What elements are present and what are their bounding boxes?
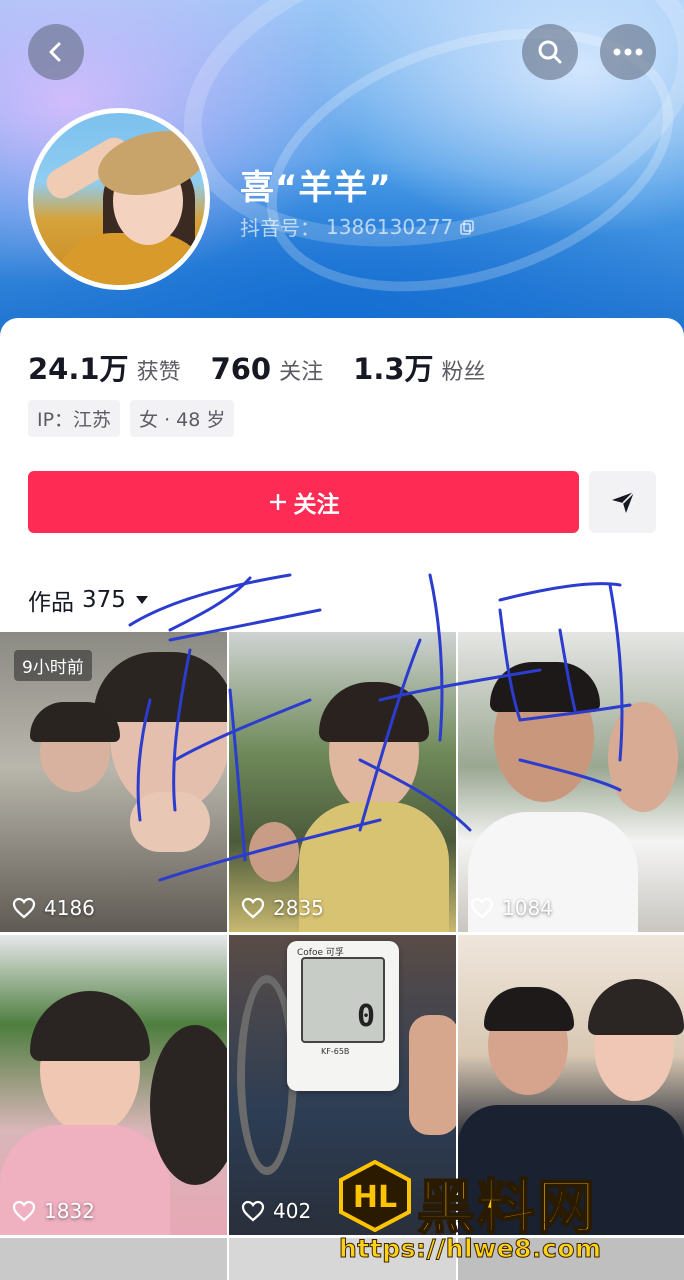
profile-header-background: 喜“羊羊” 抖音号： 1386130277 — [0, 0, 684, 340]
ip-location-tag: IP：江苏 — [28, 400, 121, 437]
watermark-title: 黑料网 — [416, 1172, 598, 1242]
stats-row: 24.1万 获赞 760 关注 1.3万 粉丝 — [28, 346, 516, 388]
watermark: HL 黑料网 https://hlwe8.com — [333, 1158, 678, 1278]
video-like-count: 1832 — [44, 1199, 95, 1223]
video-like-count: 4186 — [44, 896, 95, 920]
video-likes: 1084 — [470, 896, 553, 920]
search-icon — [538, 40, 562, 64]
hl-logo-icon: HL — [339, 1160, 411, 1232]
device-display: 0 — [356, 999, 375, 1034]
send-message-button[interactable] — [589, 471, 656, 533]
douyin-id-value: 1386130277 — [326, 214, 454, 239]
douyin-id-label: 抖音号： — [240, 216, 320, 240]
device-screen: 0 — [301, 957, 385, 1043]
video-likes: 4186 — [12, 896, 95, 920]
plus-icon — [269, 494, 286, 510]
likes-label[interactable]: 获赞 — [137, 354, 181, 386]
likes-count[interactable]: 24.1万 — [28, 346, 129, 388]
video-likes: 402 — [241, 1199, 311, 1223]
followers-label[interactable]: 粉丝 — [442, 354, 486, 386]
avatar[interactable] — [28, 108, 210, 290]
video-tile[interactable] — [0, 1238, 227, 1280]
heart-icon — [12, 1200, 36, 1222]
heart-icon — [241, 897, 265, 919]
video-like-count: 1084 — [502, 896, 553, 920]
heart-icon — [12, 897, 36, 919]
more-dots-icon — [613, 48, 643, 56]
follow-button[interactable]: 关注 — [28, 471, 579, 533]
follow-button-label: 关注 — [293, 492, 340, 518]
video-like-count: 402 — [273, 1199, 312, 1223]
svg-text:HL: HL — [353, 1180, 397, 1215]
video-likes: 1832 — [12, 1199, 95, 1223]
device-model: KF-65B — [321, 1047, 350, 1056]
works-label: 作品 — [28, 590, 74, 616]
gender-age-tag: 女 · 48 岁 — [130, 400, 235, 437]
video-tile[interactable]: 2835 — [229, 632, 456, 932]
copy-icon[interactable] — [459, 219, 475, 235]
works-count: 375 — [82, 587, 126, 613]
watermark-url: https://hlwe8.com — [339, 1234, 602, 1264]
video-like-count: 2835 — [273, 896, 324, 920]
video-tile[interactable]: 1832 — [0, 935, 227, 1235]
video-tile[interactable]: 1084 — [458, 632, 684, 932]
profile-name: 喜“羊羊” — [240, 168, 392, 208]
video-tile[interactable]: 9小时前 4186 — [0, 632, 227, 932]
blood-pressure-monitor: Cofoe 可孚 0 KF-65B — [287, 941, 399, 1091]
profile-tags: IP：江苏 女 · 48 岁 — [28, 400, 235, 437]
send-icon — [611, 491, 635, 513]
chevron-left-icon — [49, 42, 61, 62]
tab-works[interactable]: 作品 375 — [28, 583, 150, 617]
following-count[interactable]: 760 — [211, 352, 272, 386]
douyin-id[interactable]: 抖音号： 1386130277 — [240, 212, 475, 241]
followers-count[interactable]: 1.3万 — [353, 346, 433, 388]
heart-icon — [470, 897, 494, 919]
heart-icon — [241, 1200, 265, 1222]
back-button[interactable] — [28, 24, 84, 80]
video-likes: 2835 — [241, 896, 324, 920]
caret-down-icon — [135, 596, 148, 604]
more-button[interactable] — [600, 24, 656, 80]
time-badge: 9小时前 — [14, 650, 92, 681]
following-label[interactable]: 关注 — [279, 354, 323, 386]
search-button[interactable] — [522, 24, 578, 80]
